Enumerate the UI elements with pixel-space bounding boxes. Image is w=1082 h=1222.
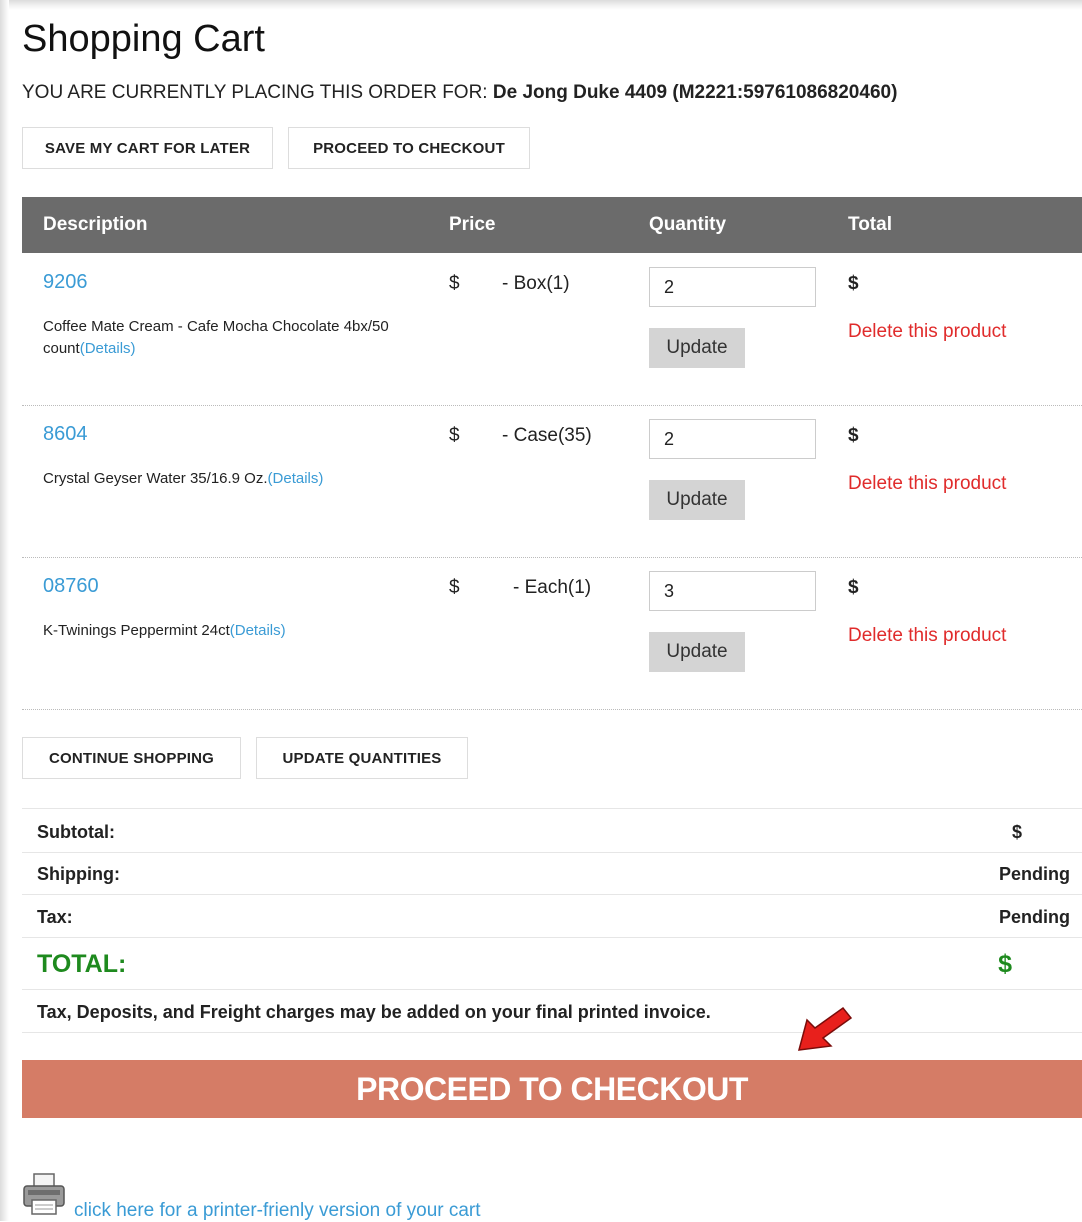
printer-icon[interactable] [22,1172,68,1216]
shipping-label: Shipping: [37,864,120,884]
order-for-customer: De Jong Duke 4409 (M2221:59761086820460) [492,82,898,103]
window-left-edge [0,0,9,1221]
delete-product-link[interactable]: Delete this product [848,473,1006,495]
product-unit: - Box(1) [502,273,570,294]
proceed-to-checkout-top-button[interactable]: PROCEED TO CHECKOUT [288,127,530,169]
subtotal-row: Subtotal: $ [22,808,1082,853]
save-cart-button[interactable]: SAVE MY CART FOR LATER [22,127,273,169]
total-label: TOTAL: [37,950,127,978]
tax-label: Tax: [37,907,73,927]
header-description: Description [43,214,148,235]
product-price: $ [449,273,460,294]
table-row: 9206 Coffee Mate Cream - Cafe Mocha Choc… [22,253,1082,406]
cart-page: Shopping Cart YOU ARE CURRENTLY PLACING … [22,0,1082,1221]
header-price: Price [449,214,496,235]
update-quantities-button[interactable]: UPDATE QUANTITIES [256,737,468,779]
product-details-link[interactable]: (Details) [268,470,324,487]
invoice-note: Tax, Deposits, and Freight charges may b… [37,1002,711,1022]
total-row: TOTAL: $ [22,938,1082,990]
quantity-input[interactable] [649,571,816,611]
shipping-row: Shipping: Pending [22,852,1082,895]
header-total: Total [848,214,892,235]
shipping-value: Pending [999,864,1070,884]
order-for-line: YOU ARE CURRENTLY PLACING THIS ORDER FOR… [22,80,897,106]
update-button[interactable]: Update [649,480,745,520]
invoice-note-row: Tax, Deposits, and Freight charges may b… [22,990,1082,1033]
product-description: Coffee Mate Cream - Cafe Mocha Chocolate… [43,316,403,360]
tax-row: Tax: Pending [22,895,1082,938]
product-price: $ [449,577,460,598]
product-description-text: Crystal Geyser Water 35/16.9 Oz. [43,470,268,487]
subtotal-value: $ [1011,822,1022,842]
update-button[interactable]: Update [649,328,745,368]
product-details-link[interactable]: (Details) [80,340,136,357]
proceed-to-checkout-button[interactable]: PROCEED TO CHECKOUT [22,1060,1082,1118]
tax-value: Pending [999,907,1070,927]
product-sku-link[interactable]: 8604 [43,423,88,446]
quantity-input[interactable] [649,267,816,307]
product-description: K-Twinings Peppermint 24ct(Details) [43,620,403,642]
product-description-text: K-Twinings Peppermint 24ct [43,622,230,639]
delete-product-link[interactable]: Delete this product [848,625,1006,647]
quantity-input[interactable] [649,419,816,459]
product-total: $ [848,425,859,446]
update-button[interactable]: Update [649,632,745,672]
table-row: 8604 Crystal Geyser Water 35/16.9 Oz.(De… [22,405,1082,558]
product-unit: - Each(1) [513,577,592,598]
printer-friendly-link[interactable]: click here for a printer-frienly version… [74,1200,481,1222]
product-details-link[interactable]: (Details) [230,622,286,639]
subtotal-label: Subtotal: [37,822,115,842]
page-title: Shopping Cart [22,18,265,60]
product-description: Crystal Geyser Water 35/16.9 Oz.(Details… [43,468,403,490]
product-total: $ [848,273,859,294]
cart-table-header: Description Price Quantity Total [22,197,1082,253]
product-sku-link[interactable]: 08760 [43,575,99,598]
product-sku-link[interactable]: 9206 [43,271,88,294]
product-unit: - Case(35) [502,425,592,446]
header-quantity: Quantity [649,214,727,235]
continue-shopping-button[interactable]: CONTINUE SHOPPING [22,737,241,779]
delete-product-link[interactable]: Delete this product [848,321,1006,343]
red-arrow-icon [797,1006,853,1051]
total-value: $ [998,950,1012,978]
product-price: $ [449,425,460,446]
table-row: 08760 K-Twinings Peppermint 24ct(Details… [22,557,1082,710]
product-total: $ [848,577,859,598]
order-for-label: YOU ARE CURRENTLY PLACING THIS ORDER FOR… [22,82,488,103]
